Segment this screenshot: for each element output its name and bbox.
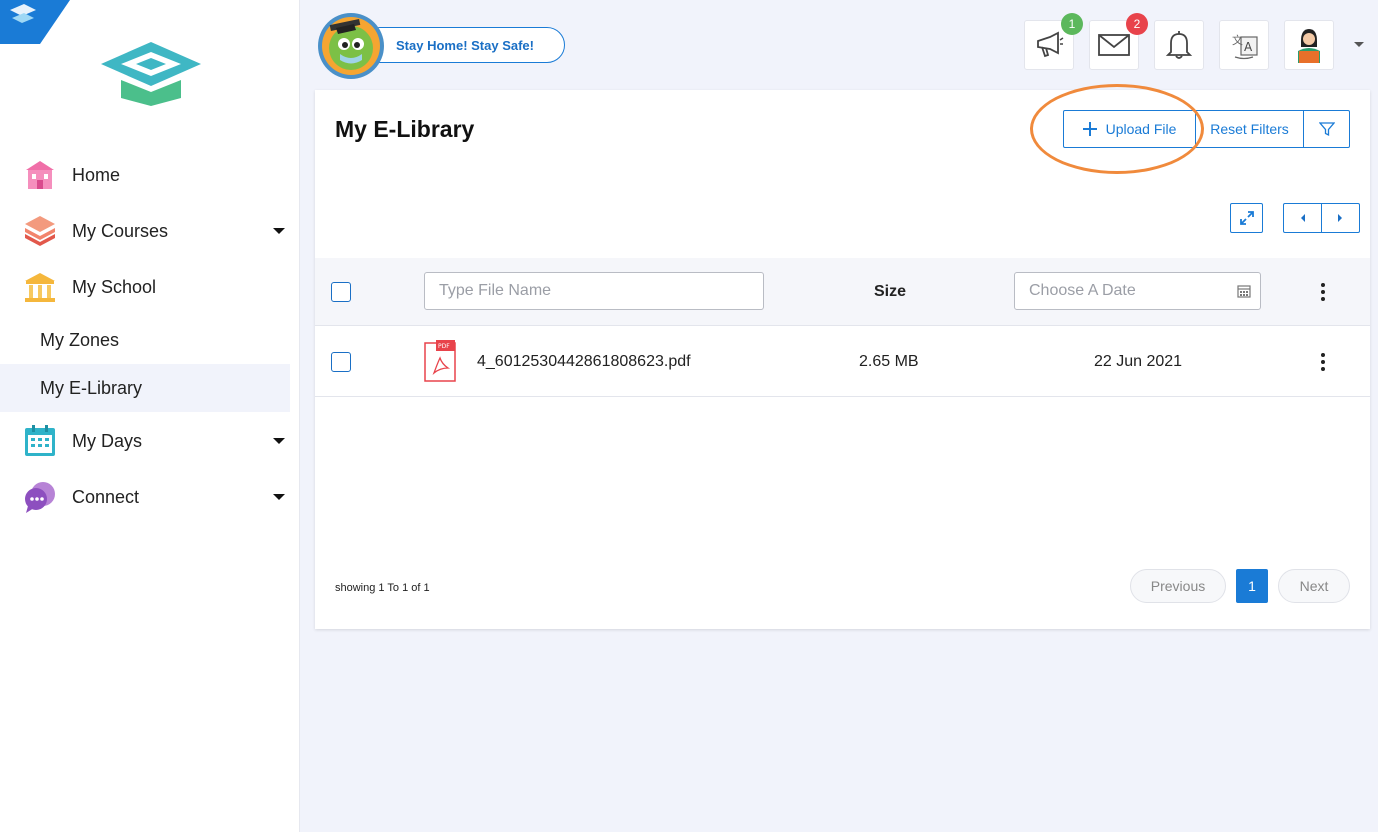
chevron-down-icon[interactable] [273,494,285,500]
user-avatar-button[interactable] [1284,20,1334,70]
sidebar-item-label: My Days [72,430,143,451]
sidebar-item-label: Home [72,164,121,185]
scroll-left-button[interactable] [1284,204,1321,232]
sidebar-item-my-days[interactable]: My Days [0,416,290,466]
scroll-right-button[interactable] [1321,204,1358,232]
messages-button[interactable]: 2 [1089,13,1148,70]
translate-icon: A 文 [1232,33,1258,60]
reset-filters-button[interactable]: Reset Filters [1195,111,1303,147]
next-page-button[interactable]: Next [1278,569,1350,603]
filter-button[interactable] [1303,111,1349,147]
messages-count-badge: 2 [1126,13,1148,35]
toolbar-button-group: Upload File Reset Filters [1063,110,1350,148]
select-all-checkbox[interactable] [331,282,351,302]
file-name-filter-input[interactable] [424,272,764,310]
school-building-icon [22,269,58,305]
pdf-file-icon: PDF [424,340,456,382]
announcements-count-badge: 1 [1061,13,1083,35]
brand-logo-icon [101,42,201,106]
caret-right-icon [1338,214,1342,222]
avatar [1298,29,1320,63]
chevron-down-icon[interactable] [273,228,285,234]
sidebar-item-my-courses[interactable]: My Courses [0,206,290,256]
row-select-checkbox[interactable] [331,352,351,372]
file-size: 2.65 MB [859,353,919,370]
file-name[interactable]: 4_6012530442861808623.pdf [477,353,691,371]
calendar-icon [22,423,58,459]
page-number-button[interactable]: 1 [1236,569,1268,603]
envelope-icon [1098,34,1130,56]
notifications-button[interactable] [1154,20,1204,70]
sidebar-item-connect[interactable]: Connect [0,472,290,522]
page-title: My E-Library [335,116,475,142]
row-more-options-icon[interactable] [1320,353,1326,371]
size-column-header: Size [874,283,907,300]
pagination-summary: showing 1 To 1 of 1 [335,582,430,594]
app-corner-logo-icon [0,0,70,44]
upload-file-button[interactable]: Upload File [1064,111,1195,147]
chevron-down-icon[interactable] [273,438,285,444]
filter-icon [1318,122,1335,137]
svg-text:文: 文 [1232,33,1243,47]
svg-text:A: A [1244,40,1253,54]
fullscreen-button[interactable] [1230,203,1263,233]
announcements-button[interactable]: 1 [1024,13,1083,70]
sidebar-item-label: My Courses [72,220,169,241]
sidebar-item-my-e-library[interactable]: My E-Library [0,364,290,412]
table-header: Size [315,258,1370,326]
home-icon [22,157,58,193]
caret-left-icon [1300,214,1305,222]
chat-bubbles-icon [22,479,58,515]
sidebar-item-my-zones[interactable]: My Zones [0,316,290,364]
bell-icon [1165,31,1193,59]
sidebar: Home My Courses My School My Zones My E-… [0,0,300,832]
plus-icon [1082,122,1097,136]
megaphone-icon [1037,31,1064,58]
sidebar-item-label: My School [72,276,157,297]
date-filter-input[interactable] [1014,272,1261,310]
sidebar-item-my-school[interactable]: My School [0,262,290,312]
books-icon [22,213,58,249]
sidebar-item-home[interactable]: Home [0,150,290,200]
chevron-down-icon[interactable] [1354,42,1364,47]
sidebar-item-label: Connect [72,486,140,507]
expand-icon[interactable] [1231,204,1262,232]
file-date: 22 Jun 2021 [1094,353,1183,370]
header-more-options-icon[interactable] [1320,283,1326,301]
file-type-label: PDF [438,343,450,350]
mascot-avatar [316,12,386,80]
previous-page-button[interactable]: Previous [1130,569,1226,603]
e-library-card: My E-Library Upload File Reset Filters T… [315,84,1370,629]
language-button[interactable]: A 文 [1219,20,1269,70]
scroll-nav-group [1283,203,1360,233]
calendar-icon[interactable] [1237,284,1251,298]
upload-file-label: Upload File [1105,121,1177,137]
table-row[interactable]: PDF 4_6012530442861808623.pdf 2.65 MB 22… [315,327,1370,397]
stay-safe-banner: Stay Home! Stay Safe! [362,27,565,63]
